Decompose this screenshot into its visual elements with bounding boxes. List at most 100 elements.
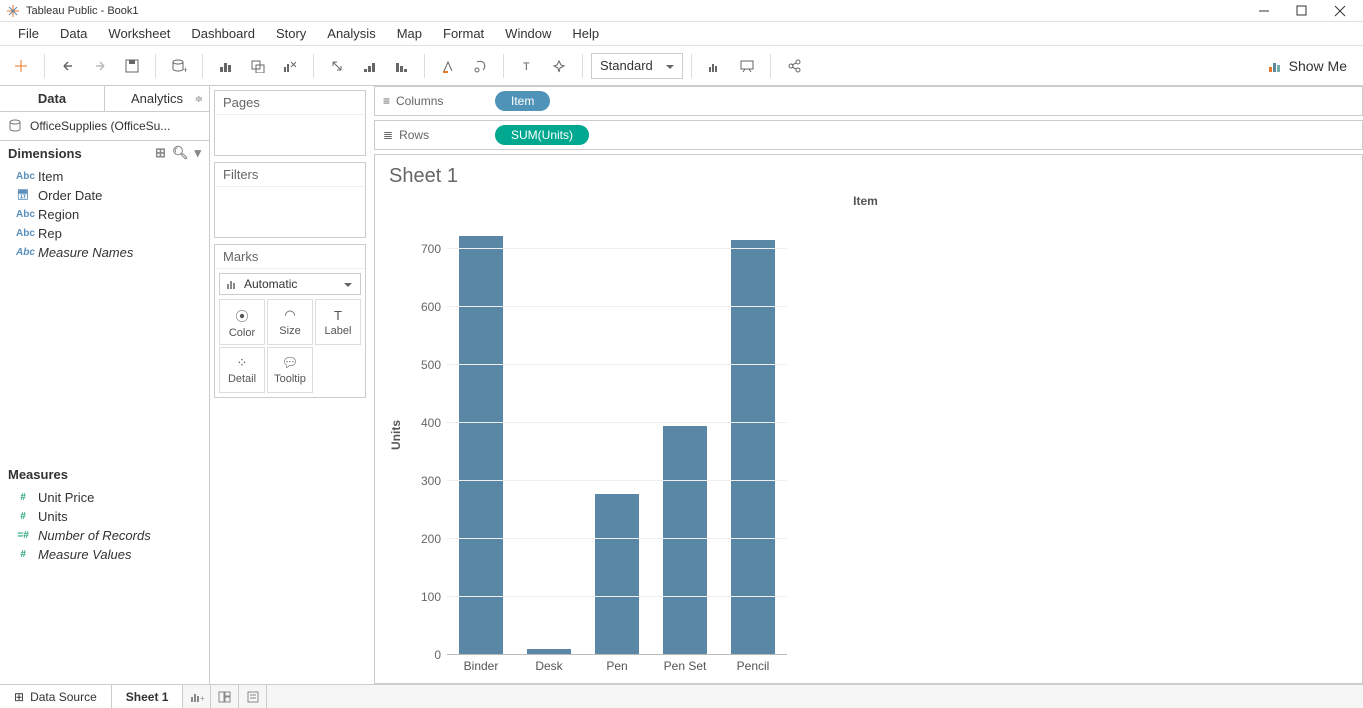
labels-button[interactable]: T <box>512 52 542 80</box>
columns-shelf[interactable]: ≡Columns Item <box>374 86 1363 116</box>
show-me-label: Show Me <box>1289 58 1347 74</box>
duplicate-button[interactable] <box>243 52 273 80</box>
swap-button[interactable] <box>322 52 352 80</box>
tab-sheet1[interactable]: Sheet 1 <box>112 685 184 708</box>
close-button[interactable] <box>1333 4 1347 18</box>
sort-asc-button[interactable] <box>354 52 384 80</box>
menu-window[interactable]: Window <box>495 23 561 44</box>
filters-body[interactable] <box>215 187 365 237</box>
dim-item[interactable]: AbcItem <box>0 167 209 186</box>
meas-measure-values[interactable]: #Measure Values <box>0 545 209 564</box>
bar-pen[interactable] <box>595 494 639 655</box>
highlight-button[interactable] <box>433 52 463 80</box>
fit-select[interactable]: Standard <box>591 53 683 79</box>
menu-file[interactable]: File <box>8 23 49 44</box>
meas-unit-price[interactable]: #Unit Price <box>0 488 209 507</box>
tab-data-source[interactable]: ⊞Data Source <box>0 685 112 708</box>
y-tick: 400 <box>421 416 441 430</box>
new-worksheet-icon[interactable]: + <box>183 685 211 708</box>
separator <box>202 54 203 78</box>
dimensions-header: Dimensions ⊞🔍︎▾ <box>0 141 209 165</box>
group-button[interactable] <box>465 52 495 80</box>
new-story-icon[interactable] <box>239 685 267 708</box>
datasource-name: OfficeSupplies (OfficeSu... <box>30 119 170 133</box>
y-tick: 100 <box>421 590 441 604</box>
menu-dashboard[interactable]: Dashboard <box>181 23 265 44</box>
y-axis-title-wrap: Units <box>385 214 407 655</box>
detail-icon: ⁘ <box>237 355 248 371</box>
marks-body: Automatic ⦿Color ◠Size TLabel ⁘ Detail 💬︎… <box>215 269 365 397</box>
share-button[interactable] <box>779 52 809 80</box>
show-cards-button[interactable] <box>700 52 730 80</box>
new-dashboard-icon[interactable] <box>211 685 239 708</box>
bar-icon <box>226 278 238 290</box>
marks-btn-label: Detail <box>228 373 256 385</box>
tableau-icon[interactable] <box>6 52 36 80</box>
maximize-button[interactable] <box>1295 4 1309 18</box>
bar-pencil[interactable] <box>731 240 775 655</box>
redo-button[interactable] <box>85 52 115 80</box>
menu-story[interactable]: Story <box>266 23 316 44</box>
shelves: ≡Columns Item ≣Rows SUM(Units) <box>374 86 1363 154</box>
plot-area[interactable] <box>447 214 787 655</box>
pages-card[interactable]: Pages <box>214 90 366 156</box>
filters-card[interactable]: Filters <box>214 162 366 238</box>
calendar-icon: 📅︎ <box>16 190 30 201</box>
svg-text:+: + <box>200 694 204 703</box>
calc-icon: =# <box>16 530 30 541</box>
menu-analysis[interactable]: Analysis <box>317 23 385 44</box>
gridline <box>447 654 787 655</box>
datasource-row[interactable]: OfficeSupplies (OfficeSu... <box>0 112 209 141</box>
bar-pen-set[interactable] <box>663 426 707 655</box>
meas-units[interactable]: #Units <box>0 507 209 526</box>
abc-icon: Abc <box>16 209 30 220</box>
search-icon[interactable]: 🔍︎ <box>172 145 189 161</box>
separator <box>770 54 771 78</box>
tab-data[interactable]: Data <box>0 86 104 111</box>
gridline <box>447 422 787 423</box>
menubar: File Data Worksheet Dashboard Story Anal… <box>0 22 1363 46</box>
marks-size[interactable]: ◠Size <box>267 299 313 345</box>
menu-caret-icon[interactable]: ▾ <box>194 145 201 161</box>
measures-list: #Unit Price #Units =#Number of Records #… <box>0 486 209 684</box>
number-icon: # <box>16 511 30 522</box>
new-datasource-button[interactable]: + <box>164 52 194 80</box>
dim-order-date[interactable]: 📅︎Order Date <box>0 186 209 205</box>
pages-body[interactable] <box>215 115 365 155</box>
new-worksheet-button[interactable] <box>211 52 241 80</box>
marks-detail[interactable]: ⁘ Detail <box>219 347 265 393</box>
menu-map[interactable]: Map <box>387 23 432 44</box>
menu-help[interactable]: Help <box>562 23 609 44</box>
show-me-button[interactable]: Show Me <box>1267 58 1357 74</box>
undo-button[interactable] <box>53 52 83 80</box>
marks-color[interactable]: ⦿Color <box>219 299 265 345</box>
marks-label[interactable]: TLabel <box>315 299 361 345</box>
y-tick: 300 <box>421 474 441 488</box>
pin-button[interactable] <box>544 52 574 80</box>
label-icon: T <box>334 308 342 323</box>
menu-format[interactable]: Format <box>433 23 494 44</box>
tab-analytics[interactable]: Analytics≑ <box>104 86 209 111</box>
pill-sum-units[interactable]: SUM(Units) <box>495 125 589 145</box>
clear-button[interactable] <box>275 52 305 80</box>
minimize-button[interactable] <box>1257 4 1271 18</box>
menu-data[interactable]: Data <box>50 23 97 44</box>
meas-number-records[interactable]: =#Number of Records <box>0 526 209 545</box>
rows-shelf[interactable]: ≣Rows SUM(Units) <box>374 120 1363 150</box>
pill-item[interactable]: Item <box>495 91 550 111</box>
sort-desc-button[interactable] <box>386 52 416 80</box>
save-button[interactable] <box>117 52 147 80</box>
bar-binder[interactable] <box>459 236 503 655</box>
marks-tooltip[interactable]: 💬︎Tooltip <box>267 347 313 393</box>
y-ticks: 0100200300400500600700 <box>407 214 447 655</box>
listview-icon[interactable]: ⊞ <box>155 145 166 161</box>
marks-type-select[interactable]: Automatic <box>219 273 361 295</box>
dim-rep[interactable]: AbcRep <box>0 224 209 243</box>
menu-worksheet[interactable]: Worksheet <box>98 23 180 44</box>
color-icon: ⦿ <box>235 306 248 325</box>
dim-region[interactable]: AbcRegion <box>0 205 209 224</box>
sheet-title[interactable]: Sheet 1 <box>385 163 1346 194</box>
dim-measure-names[interactable]: AbcMeasure Names <box>0 243 209 262</box>
presentation-button[interactable] <box>732 52 762 80</box>
gridline <box>447 480 787 481</box>
